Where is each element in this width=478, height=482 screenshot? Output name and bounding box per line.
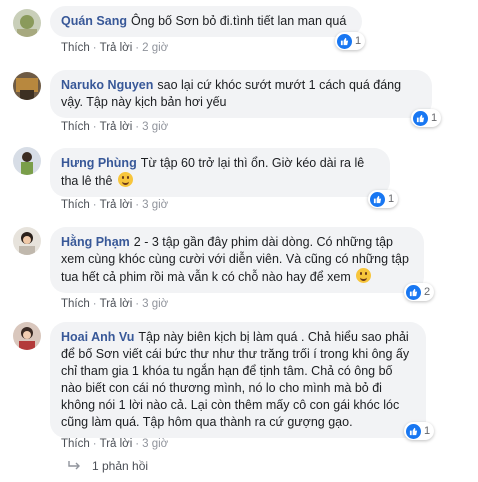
comment-bubble: Hằng Phạm 2 - 3 tập gần đây phim dài dòng… xyxy=(50,227,424,293)
timestamp[interactable]: 3 giờ xyxy=(142,438,168,450)
like-icon xyxy=(413,110,428,126)
reply-link[interactable]: Trả lời xyxy=(100,199,133,211)
like-icon xyxy=(406,284,421,300)
comment-actions: Thích · Trả lời · 2 giờ xyxy=(61,42,169,54)
reply-link[interactable]: Trả lời xyxy=(100,298,133,310)
like-link[interactable]: Thích xyxy=(61,121,90,133)
grin-emoji-icon xyxy=(356,268,372,283)
reply-link[interactable]: Trả lời xyxy=(100,438,133,450)
avatar[interactable] xyxy=(13,227,41,255)
comment-bubble: Hoai Anh Vu Tập này biên kịch bị làm quá … xyxy=(50,322,426,438)
timestamp[interactable]: 3 giờ xyxy=(142,121,168,133)
comment-author[interactable]: Hưng Phùng xyxy=(61,156,137,170)
reply-link[interactable]: Trả lời xyxy=(100,121,133,133)
reaction-count[interactable]: 1 xyxy=(368,190,399,208)
reply-link[interactable]: Trả lời xyxy=(100,42,133,54)
comment-actions: Thích · Trả lời · 3 giờ xyxy=(61,438,169,450)
comment-author[interactable]: Quán Sang xyxy=(61,14,127,28)
comment-actions: Thích · Trả lời · 3 giờ xyxy=(61,121,169,133)
like-link[interactable]: Thích xyxy=(61,438,90,450)
view-replies-link[interactable]: 1 phản hồi xyxy=(68,459,148,473)
reaction-count[interactable]: 2 xyxy=(404,283,435,301)
like-link[interactable]: Thích xyxy=(61,298,90,310)
reaction-count[interactable]: 1 xyxy=(335,32,366,50)
comment-bubble: Naruko Nguyen sao lại cứ khóc sướt mướt 1… xyxy=(50,70,432,118)
like-icon xyxy=(337,33,352,49)
timestamp[interactable]: 3 giờ xyxy=(142,298,168,310)
smile-emoji-icon xyxy=(117,172,133,187)
like-icon xyxy=(370,191,385,207)
comment-text: Ông bố Sơn bỏ đi.tình tiết lan man quá xyxy=(130,14,347,28)
avatar[interactable] xyxy=(13,322,41,350)
avatar[interactable] xyxy=(13,147,41,175)
like-icon xyxy=(406,423,421,439)
avatar[interactable] xyxy=(13,72,41,100)
replies-count-label: 1 phản hồi xyxy=(92,459,149,473)
like-link[interactable]: Thích xyxy=(61,42,90,54)
reaction-count[interactable]: 1 xyxy=(404,422,435,440)
reply-arrow-icon xyxy=(68,459,82,473)
avatar[interactable] xyxy=(13,9,41,37)
timestamp[interactable]: 3 giờ xyxy=(142,199,168,211)
comment-author[interactable]: Naruko Nguyen xyxy=(61,78,153,92)
like-link[interactable]: Thích xyxy=(61,199,90,211)
timestamp[interactable]: 2 giờ xyxy=(142,42,168,54)
comment-author[interactable]: Hằng Phạm xyxy=(61,235,130,249)
comment-author[interactable]: Hoai Anh Vu xyxy=(61,330,134,344)
comment-bubble: Hưng Phùng Từ tập 60 trở lại thì ổn. Giờ … xyxy=(50,148,390,197)
comment-actions: Thích · Trả lời · 3 giờ xyxy=(61,298,169,310)
reaction-count[interactable]: 1 xyxy=(411,109,442,127)
comment-bubble: Quán Sang Ông bố Sơn bỏ đi.tình tiết lan … xyxy=(50,6,362,37)
comment-actions: Thích · Trả lời · 3 giờ xyxy=(61,199,169,211)
comment-text: Tập này biên kịch bị làm quá . Chả hiểu … xyxy=(61,330,410,429)
